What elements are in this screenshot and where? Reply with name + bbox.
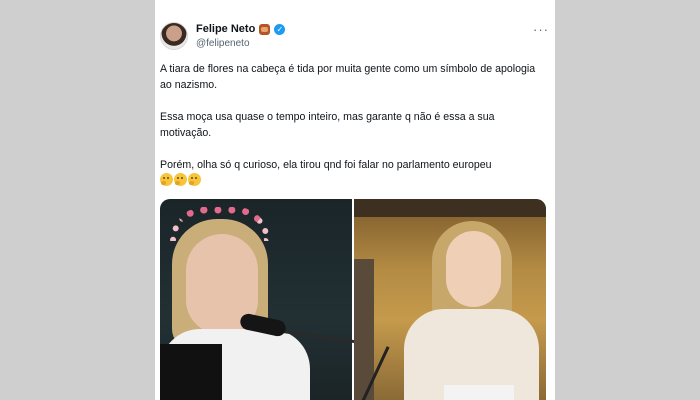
- emoji-badge-icon: [259, 23, 271, 35]
- tweet-paragraph-2: Essa moça usa quase o tempo inteiro, mas…: [160, 111, 495, 139]
- verified-badge-icon: ✓: [274, 23, 286, 35]
- left-background: [0, 0, 155, 400]
- photo-background-top: [354, 199, 546, 217]
- photo-face: [446, 231, 501, 307]
- tweet-media: [160, 199, 546, 400]
- thinking-face-icon: [160, 173, 173, 186]
- tweet-header: Felipe Neto ✓ @felipeneto ···: [160, 18, 549, 58]
- tweet-paragraph-1: A tiara de flores na cabeça é tida por m…: [160, 63, 536, 91]
- thinking-face-icon: [174, 173, 187, 186]
- flower-crown: [170, 207, 270, 241]
- tweet-paragraph-3: Porém, olha só q curioso, ela tirou qnd …: [160, 159, 492, 171]
- author-handle[interactable]: @felipeneto: [196, 38, 250, 49]
- thinking-face-icon: [188, 173, 201, 186]
- more-options-icon[interactable]: ···: [533, 22, 549, 37]
- author-name-row: Felipe Neto ✓: [196, 23, 286, 35]
- media-photo-right[interactable]: [354, 199, 546, 400]
- emoji-row: [160, 173, 545, 186]
- tweet-text: A tiara de flores na cabeça é tida por m…: [160, 61, 545, 186]
- avatar[interactable]: [160, 22, 188, 50]
- monitor: [160, 344, 222, 400]
- author-display-name[interactable]: Felipe Neto: [196, 23, 255, 35]
- paper-sheet: [444, 385, 514, 400]
- right-background: [555, 0, 700, 400]
- media-photo-left[interactable]: [160, 199, 358, 400]
- tweet-card: Felipe Neto ✓ @felipeneto ··· A tiara de…: [155, 0, 555, 400]
